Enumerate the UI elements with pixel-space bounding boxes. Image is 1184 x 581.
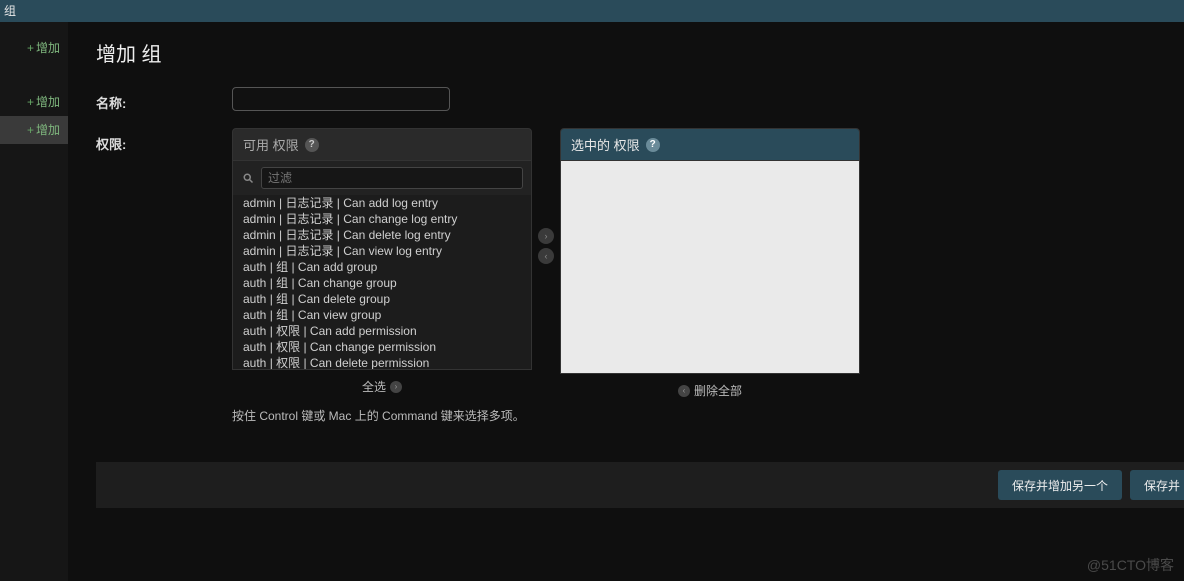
sidebar-add-link-2[interactable]: +增加 [0, 88, 68, 116]
plus-icon: + [27, 123, 34, 137]
remove-all-icon: ‹ [678, 385, 690, 397]
available-column: 可用 权限 ? admin | 日志记录 | Can add log entry… [232, 128, 532, 424]
permission-option[interactable]: auth | 组 | Can view group [233, 307, 531, 323]
sidebar: +增加 +增加 +增加 [0, 22, 68, 581]
topbar-crumb: 组 [4, 4, 16, 18]
available-list[interactable]: admin | 日志记录 | Can add log entryadmin | … [232, 195, 532, 370]
permission-option[interactable]: auth | 权限 | Can delete permission [233, 355, 531, 370]
filter-bar [232, 161, 532, 195]
permission-option[interactable]: admin | 日志记录 | Can delete log entry [233, 227, 531, 243]
chosen-column: 选中的 权限 ? ‹ 删除全部 [560, 128, 860, 407]
help-icon[interactable]: ? [305, 138, 319, 152]
permissions-label: 权限: [96, 128, 232, 153]
plus-icon: + [27, 41, 34, 55]
permission-option[interactable]: auth | 组 | Can change group [233, 275, 531, 291]
permission-option[interactable]: auth | 权限 | Can add permission [233, 323, 531, 339]
plus-icon: + [27, 95, 34, 109]
remove-arrow-button[interactable]: ‹ [538, 248, 554, 264]
chosen-list[interactable] [560, 161, 860, 374]
permission-option[interactable]: auth | 组 | Can delete group [233, 291, 531, 307]
submit-bar: 保存并增加另一个 保存并 [96, 462, 1184, 508]
filter-input[interactable] [261, 167, 523, 189]
sidebar-spacer [0, 62, 68, 88]
sidebar-add-link-1[interactable]: +增加 [0, 34, 68, 62]
sidebar-add-link-3[interactable]: +增加 [0, 116, 68, 144]
permission-option[interactable]: admin | 日志记录 | Can add log entry [233, 195, 531, 211]
available-header: 可用 权限 ? [232, 128, 532, 161]
help-hint: 按住 Control 键或 Mac 上的 Command 键来选择多项。 [232, 407, 532, 424]
permission-option[interactable]: admin | 日志记录 | Can view log entry [233, 243, 531, 259]
page-title: 增加 组 [96, 38, 1184, 67]
add-arrow-button[interactable]: › [538, 228, 554, 244]
save-continue-button[interactable]: 保存并 [1130, 470, 1184, 500]
watermark: @51CTO博客 [1087, 555, 1174, 575]
name-label: 名称: [96, 87, 232, 112]
save-add-another-button[interactable]: 保存并增加另一个 [998, 470, 1122, 500]
permission-option[interactable]: admin | 日志记录 | Can change log entry [233, 211, 531, 227]
permission-option[interactable]: auth | 组 | Can add group [233, 259, 531, 275]
help-icon[interactable]: ? [646, 138, 660, 152]
selector-arrows: › ‹ [532, 128, 560, 264]
arrow-right-icon: › [390, 381, 402, 393]
search-icon [241, 171, 255, 185]
permission-option[interactable]: auth | 权限 | Can change permission [233, 339, 531, 355]
choose-all-link[interactable]: 全选 › [362, 378, 402, 395]
permissions-selector: 可用 权限 ? admin | 日志记录 | Can add log entry… [232, 128, 860, 424]
name-input[interactable] [232, 87, 450, 111]
topbar: 组 [0, 0, 1184, 22]
chosen-header: 选中的 权限 ? [560, 128, 860, 161]
remove-all-link[interactable]: ‹ 删除全部 [678, 382, 742, 399]
